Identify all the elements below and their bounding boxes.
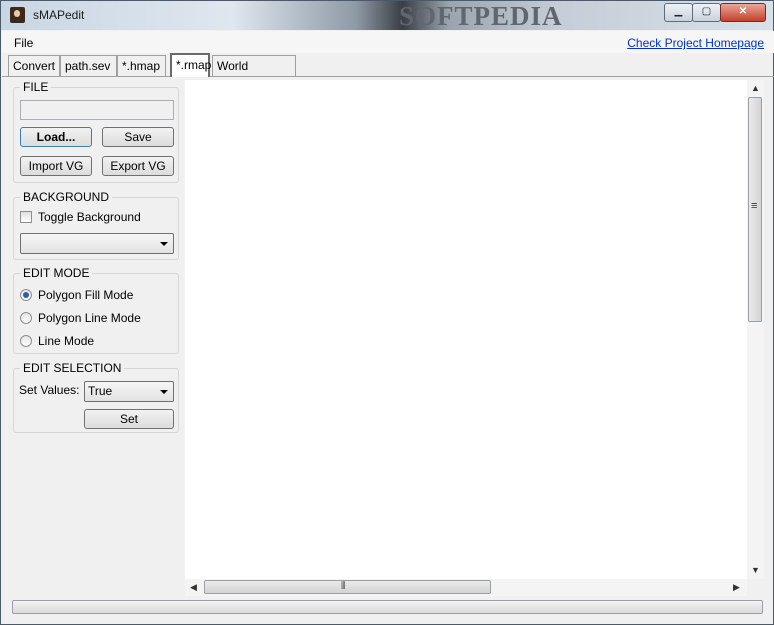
grip-icon: ⦀ xyxy=(341,581,346,592)
edit-mode-group-title: EDIT MODE xyxy=(20,266,93,280)
app-icon xyxy=(10,7,25,23)
check-homepage-link[interactable]: Check Project Homepage xyxy=(627,36,764,50)
toggle-background-checkbox[interactable] xyxy=(20,211,32,223)
file-group-title: FILE xyxy=(20,80,52,94)
edit-selection-group: EDIT SELECTION Set Values: True Set xyxy=(13,361,179,433)
chevron-down-icon xyxy=(160,390,168,394)
title-bar[interactable]: sMAPedit SOFTPEDIA ▁ ▢ ✕ xyxy=(1,1,773,31)
set-values-select[interactable]: True xyxy=(84,381,174,402)
toggle-background-label: Toggle Background xyxy=(38,210,141,224)
load-button[interactable]: Load... xyxy=(20,127,92,147)
file-path-input[interactable] xyxy=(20,100,174,120)
scroll-right-icon[interactable]: ▶ xyxy=(733,582,740,593)
horizontal-scroll-thumb[interactable]: ⦀ xyxy=(204,580,491,594)
app-window: sMAPedit SOFTPEDIA ▁ ▢ ✕ File Check Proj… xyxy=(0,0,774,625)
menu-bar: File Check Project Homepage xyxy=(2,31,774,53)
set-button[interactable]: Set xyxy=(84,409,174,429)
tab-world-explorer[interactable]: World Explorer xyxy=(212,55,296,93)
scroll-corner xyxy=(747,579,764,596)
map-canvas[interactable] xyxy=(185,80,747,579)
set-values-value: True xyxy=(88,384,113,398)
tab-convert[interactable]: Convert xyxy=(8,55,60,76)
tab-bar: Convert path.sev *.hmap *.rmap World Exp… xyxy=(2,53,774,93)
line-mode-radio[interactable] xyxy=(20,335,32,347)
window-title: sMAPedit xyxy=(33,8,85,22)
tab-rmap[interactable]: *.rmap xyxy=(170,53,211,77)
polygon-fill-radio[interactable] xyxy=(20,289,32,301)
import-vg-button[interactable]: Import VG xyxy=(20,156,92,176)
polygon-fill-label: Polygon Fill Mode xyxy=(38,288,134,302)
background-group: BACKGROUND Toggle Background xyxy=(13,190,179,260)
chevron-down-icon xyxy=(160,242,168,246)
minimize-button[interactable]: ▁ xyxy=(664,3,693,22)
tab-path-sev[interactable]: path.sev xyxy=(60,55,117,76)
edit-selection-group-title: EDIT SELECTION xyxy=(20,361,125,375)
tab-hmap[interactable]: *.hmap xyxy=(117,55,166,76)
polygon-line-label: Polygon Line Mode xyxy=(38,311,141,325)
line-mode-label: Line Mode xyxy=(38,334,95,348)
scroll-left-icon[interactable]: ◀ xyxy=(190,582,197,593)
tab-divider xyxy=(2,76,774,77)
maximize-button[interactable]: ▢ xyxy=(692,3,721,22)
menu-file[interactable]: File xyxy=(14,36,33,50)
polygon-line-radio[interactable] xyxy=(20,312,32,324)
grip-icon: ≡ xyxy=(751,200,758,212)
export-vg-button[interactable]: Export VG xyxy=(102,156,174,176)
file-group: FILE Load... Save Import VG Export VG xyxy=(13,80,179,183)
close-button[interactable]: ✕ xyxy=(720,3,766,22)
save-button[interactable]: Save xyxy=(102,127,174,147)
progress-bar xyxy=(12,600,763,614)
scroll-down-icon[interactable]: ▼ xyxy=(751,565,760,575)
edit-mode-group: EDIT MODE Polygon Fill Mode Polygon Line… xyxy=(13,266,179,354)
set-values-label: Set Values: xyxy=(19,383,80,397)
vertical-scrollbar[interactable]: ▲ ≡ ▼ xyxy=(747,80,764,579)
watermark-text: SOFTPEDIA xyxy=(399,1,563,31)
horizontal-scrollbar[interactable]: ◀ ⦀ ▶ xyxy=(185,579,747,596)
background-select[interactable] xyxy=(20,233,174,254)
background-group-title: BACKGROUND xyxy=(20,190,113,204)
scroll-up-icon[interactable]: ▲ xyxy=(751,83,760,93)
vertical-scroll-thumb[interactable]: ≡ xyxy=(748,97,762,322)
